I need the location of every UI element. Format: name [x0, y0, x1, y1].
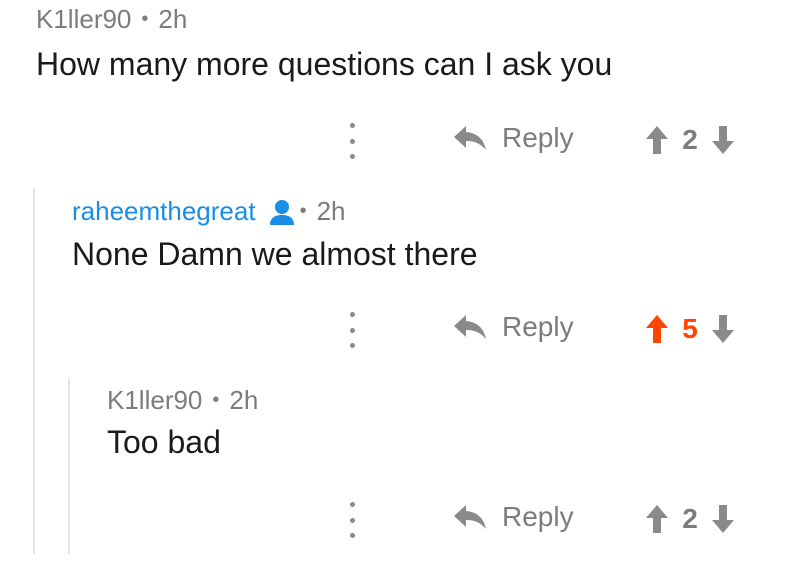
more-vertical-icon [349, 502, 355, 507]
reply-button[interactable]: Reply [452, 311, 574, 343]
vote-score: 5 [682, 313, 698, 344]
downvote-arrow-icon[interactable] [710, 503, 736, 535]
more-dot [349, 343, 355, 348]
more-options-button[interactable] [346, 502, 358, 538]
reply-arrow-icon [454, 126, 486, 150]
upvote-arrow-icon[interactable] [644, 124, 670, 156]
more-dot [349, 154, 355, 159]
vote-control: 2 [644, 503, 736, 535]
comment-author[interactable]: raheemthegreat [72, 196, 256, 227]
comment-author[interactable]: K1ller90 [36, 4, 131, 35]
reply-button[interactable]: Reply [452, 122, 574, 154]
downvote-arrow-icon[interactable] [710, 313, 736, 345]
comment-meta: K1ller90 • 2h [107, 385, 258, 416]
downvote-arrow-icon[interactable] [710, 124, 736, 156]
upvote-arrow-icon[interactable] [644, 313, 670, 345]
separator-dot: • [212, 389, 220, 411]
comment-timestamp: 2h [158, 4, 188, 34]
comment-author[interactable]: K1ller90 [107, 385, 202, 416]
user-icon [269, 199, 294, 225]
comment-actions: Reply 2 [0, 495, 800, 545]
reply-label: Reply [502, 122, 574, 153]
separator-dot: • [299, 200, 307, 222]
comment-actions: Reply 2 [0, 116, 800, 166]
more-dot [349, 517, 355, 523]
vote-score: 2 [682, 503, 698, 534]
reply-arrow-icon [454, 315, 486, 339]
more-dot [349, 138, 355, 144]
vote-control: 5 [644, 313, 736, 345]
comment-body: How many more questions can I ask you [36, 46, 613, 82]
comment-actions: Reply 5 [0, 305, 800, 355]
more-vertical-icon [349, 123, 355, 128]
separator-dot: • [141, 8, 149, 30]
more-options-button[interactable] [346, 312, 358, 348]
reply-button[interactable]: Reply [452, 501, 574, 533]
more-vertical-icon [349, 312, 355, 317]
more-dot [349, 327, 355, 333]
comment-meta: K1ller90 • 2h [36, 4, 187, 35]
vote-control: 2 [644, 124, 736, 156]
comment-meta: raheemthegreat • 2h [72, 196, 346, 227]
more-dot [349, 533, 355, 538]
reply-label: Reply [502, 311, 574, 342]
more-options-button[interactable] [346, 123, 358, 159]
reply-label: Reply [502, 501, 574, 532]
vote-score: 2 [682, 124, 698, 155]
comment-timestamp: 2h [316, 196, 346, 226]
comment-body: Too bad [107, 424, 221, 460]
upvote-arrow-icon[interactable] [644, 503, 670, 535]
comment-timestamp: 2h [229, 385, 259, 415]
reply-arrow-icon [454, 505, 486, 529]
comment-body: None Damn we almost there [72, 236, 478, 272]
